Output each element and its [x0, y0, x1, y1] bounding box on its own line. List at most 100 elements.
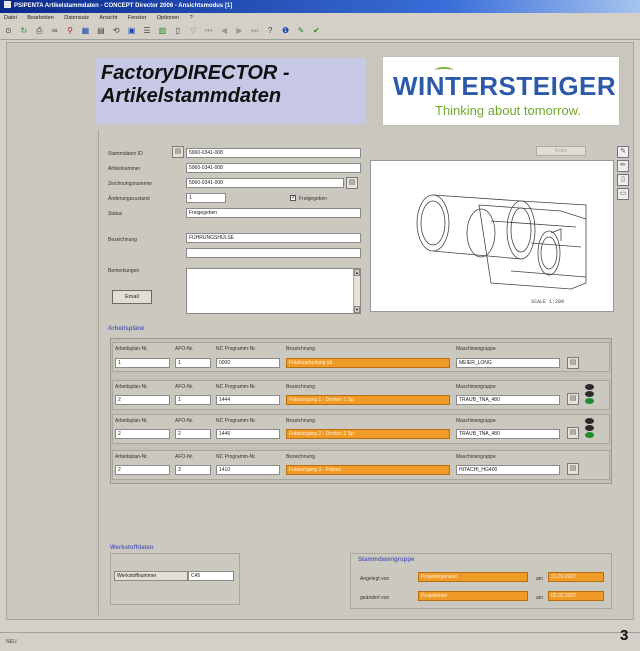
help-icon[interactable]: ? [266, 26, 275, 35]
ap-field[interactable]: 2 [115, 395, 170, 405]
maschinengruppe-field[interactable]: TRAUB_TNA_480 [456, 395, 560, 405]
email-button[interactable]: Email [112, 290, 152, 304]
artikelnummer-field[interactable]: 5960-0341-008 [186, 163, 361, 173]
stammdaten-label: Stammdaten ID [108, 151, 143, 157]
row-pick-icon[interactable]: ▤ [567, 427, 579, 439]
nc-field[interactable]: 1444 [216, 395, 280, 405]
page-title: FactoryDIRECTOR - Artikelstammdaten [101, 62, 361, 108]
refresh-icon[interactable]: ↻ [19, 26, 28, 35]
menu-datei[interactable]: Datei [4, 15, 17, 21]
stammdaten-pick-icon[interactable]: ▤ [172, 146, 184, 158]
bezeichnung-field[interactable]: Fräsvorgang 2 - Drehen 2 Sp [286, 429, 450, 439]
toolbar: ⊙ ↻ ⎙ ∞ ⚲ ▦ ▤ ⟲ ▣ ☰ ▥ ▯ ▽ ⏮ ◀ ▶ ⏭ ? ❶ ✎ … [0, 23, 640, 40]
bezeichnung-field[interactable]: FÜHRUNGSHÜLSE [186, 233, 361, 243]
col-label-mg: Maschinengruppe [456, 418, 496, 424]
first-icon[interactable]: ⏮ [204, 26, 213, 35]
angelegt-date-field[interactable]: 21.01.2007 [548, 572, 604, 582]
bezeichnung-field-2[interactable] [186, 248, 361, 258]
angelegt-user-field[interactable]: Projektingenieur [418, 572, 528, 582]
search-icon[interactable]: ⚲ [66, 26, 75, 35]
afo-field[interactable]: 2 [175, 429, 211, 439]
menu-datensatz[interactable]: Datensatz [64, 15, 89, 21]
menu-bar: Datei Bearbeiten Datensatz Ansicht Fenst… [0, 13, 640, 23]
logo-tagline: Thinking about tomorrow. [435, 103, 581, 118]
angelegt-am-label: am [536, 576, 543, 582]
nc-field[interactable]: 1410 [216, 465, 280, 475]
col-label-bez: Bezeichnung [286, 384, 315, 390]
arbeitsplaene-title: Arbeitspläne [108, 326, 145, 332]
folder-icon[interactable]: ▭ [617, 188, 629, 200]
back-icon[interactable]: ⊙ [4, 26, 13, 35]
rotate-icon[interactable]: ⟲ [112, 26, 121, 35]
row-pick-icon[interactable]: ▤ [567, 393, 579, 405]
stammdaten-field[interactable]: 5960-0341-008 [186, 148, 361, 158]
notes-scrollbar[interactable]: ▲ ▼ [353, 269, 360, 313]
menu-bearbeiten[interactable]: Bearbeiten [27, 15, 54, 21]
doc-icon[interactable]: ▯ [173, 26, 182, 35]
col-label-afo: AFO-Nr. [175, 454, 194, 460]
angelegt-label: Angelegt von [360, 576, 390, 582]
nc-field[interactable]: 0000 [216, 358, 280, 368]
row-pick-icon[interactable]: ▤ [567, 463, 579, 475]
menu-optionen[interactable]: Optionen [157, 15, 179, 21]
print-icon[interactable]: ⎙ [35, 26, 44, 35]
scroll-up-icon[interactable]: ▲ [354, 269, 360, 276]
geaendert-date-field[interactable]: 05.02.2007 [548, 591, 604, 601]
next-icon[interactable]: ▶ [235, 26, 244, 35]
maschinengruppe-field[interactable]: HITACHI_HG400 [456, 465, 560, 475]
afo-field[interactable]: 3 [175, 465, 211, 475]
status-bar: NEU [0, 632, 640, 651]
col-label-ap: Arbeitsplan-Nr. [115, 384, 149, 390]
ap-field[interactable]: 2 [115, 465, 170, 475]
freigegeben-checkbox[interactable]: ✓ [290, 195, 296, 201]
figure-number: 3 [620, 627, 629, 644]
aenderungszustand-field[interactable]: 1 [186, 193, 226, 203]
scroll-down-icon[interactable]: ▼ [354, 306, 360, 313]
col-label-afo: AFO-Nr. [175, 346, 194, 352]
pencil-icon[interactable]: ✏ [617, 160, 629, 172]
freigegeben-label: Freigegeben [299, 196, 328, 202]
copy-button[interactable]: Kopie [536, 146, 586, 156]
list-icon[interactable]: ☰ [143, 26, 152, 35]
col-label-mg: Maschinengruppe [456, 454, 496, 460]
info-icon[interactable]: ❶ [281, 26, 290, 35]
menu-ansicht[interactable]: Ansicht [99, 15, 117, 21]
geaendert-user-field[interactable]: Projektleiter [418, 591, 528, 601]
binoculars-icon[interactable]: ∞ [50, 26, 59, 35]
menu-fenster[interactable]: Fenster [128, 15, 147, 21]
col-label-mg: Maschinengruppe [456, 346, 496, 352]
ap-field[interactable]: 1 [115, 358, 170, 368]
side-icon-column: ✎ ✏ ▯ ▭ [617, 146, 631, 202]
bezeichnung-field[interactable]: Fräsbearbeitung alt [286, 358, 450, 368]
zeichnung-pick-icon[interactable]: ▤ [346, 177, 358, 189]
table-icon[interactable]: ▤ [96, 26, 105, 35]
save-icon[interactable]: ▣ [127, 26, 136, 35]
logo-name: WINTERSTEIGER [393, 71, 617, 101]
maschinengruppe-field[interactable]: TRAUB_TNA_480 [456, 429, 560, 439]
doc-icon[interactable]: ▯ [617, 174, 629, 186]
zeichnungsnummer-field[interactable]: 5960-0341-008 [186, 178, 344, 188]
afo-field[interactable]: 1 [175, 395, 211, 405]
werkstoff-field[interactable]: C45 [188, 571, 234, 581]
ap-field[interactable]: 2 [115, 429, 170, 439]
menu-help[interactable]: ? [190, 15, 193, 21]
chart-icon[interactable]: ▥ [158, 26, 167, 35]
bezeichnung-field[interactable]: Fräsvorgang 1 - Drehen 1 Sp [286, 395, 450, 405]
prev-icon[interactable]: ◀ [219, 26, 228, 35]
filter-icon[interactable]: ▽ [189, 26, 198, 35]
afo-field[interactable]: 1 [175, 358, 211, 368]
status-field[interactable]: Freigegeben [186, 208, 361, 218]
maschinengruppe-field[interactable]: MEIER_LONG [456, 358, 560, 368]
zeichnungsnummer-label: Zeichnungsnummer [108, 181, 153, 187]
last-icon[interactable]: ⏭ [250, 26, 259, 35]
pen-icon[interactable]: ✎ [617, 146, 629, 158]
page-title-line2: Artikelstammdaten [101, 85, 282, 107]
bemerkungen-textarea[interactable]: ▲ ▼ [186, 268, 361, 314]
row-pick-icon[interactable]: ▤ [567, 357, 579, 369]
nc-field[interactable]: 1446 [216, 429, 280, 439]
check-green-icon[interactable]: ✔ [312, 26, 321, 35]
col-label-bez: Bezeichnung [286, 418, 315, 424]
grid-icon[interactable]: ▦ [81, 26, 90, 35]
edit-green-icon[interactable]: ✎ [296, 26, 305, 35]
bezeichnung-field[interactable]: Fräsvorgang 3 - Fräsen [286, 465, 450, 475]
